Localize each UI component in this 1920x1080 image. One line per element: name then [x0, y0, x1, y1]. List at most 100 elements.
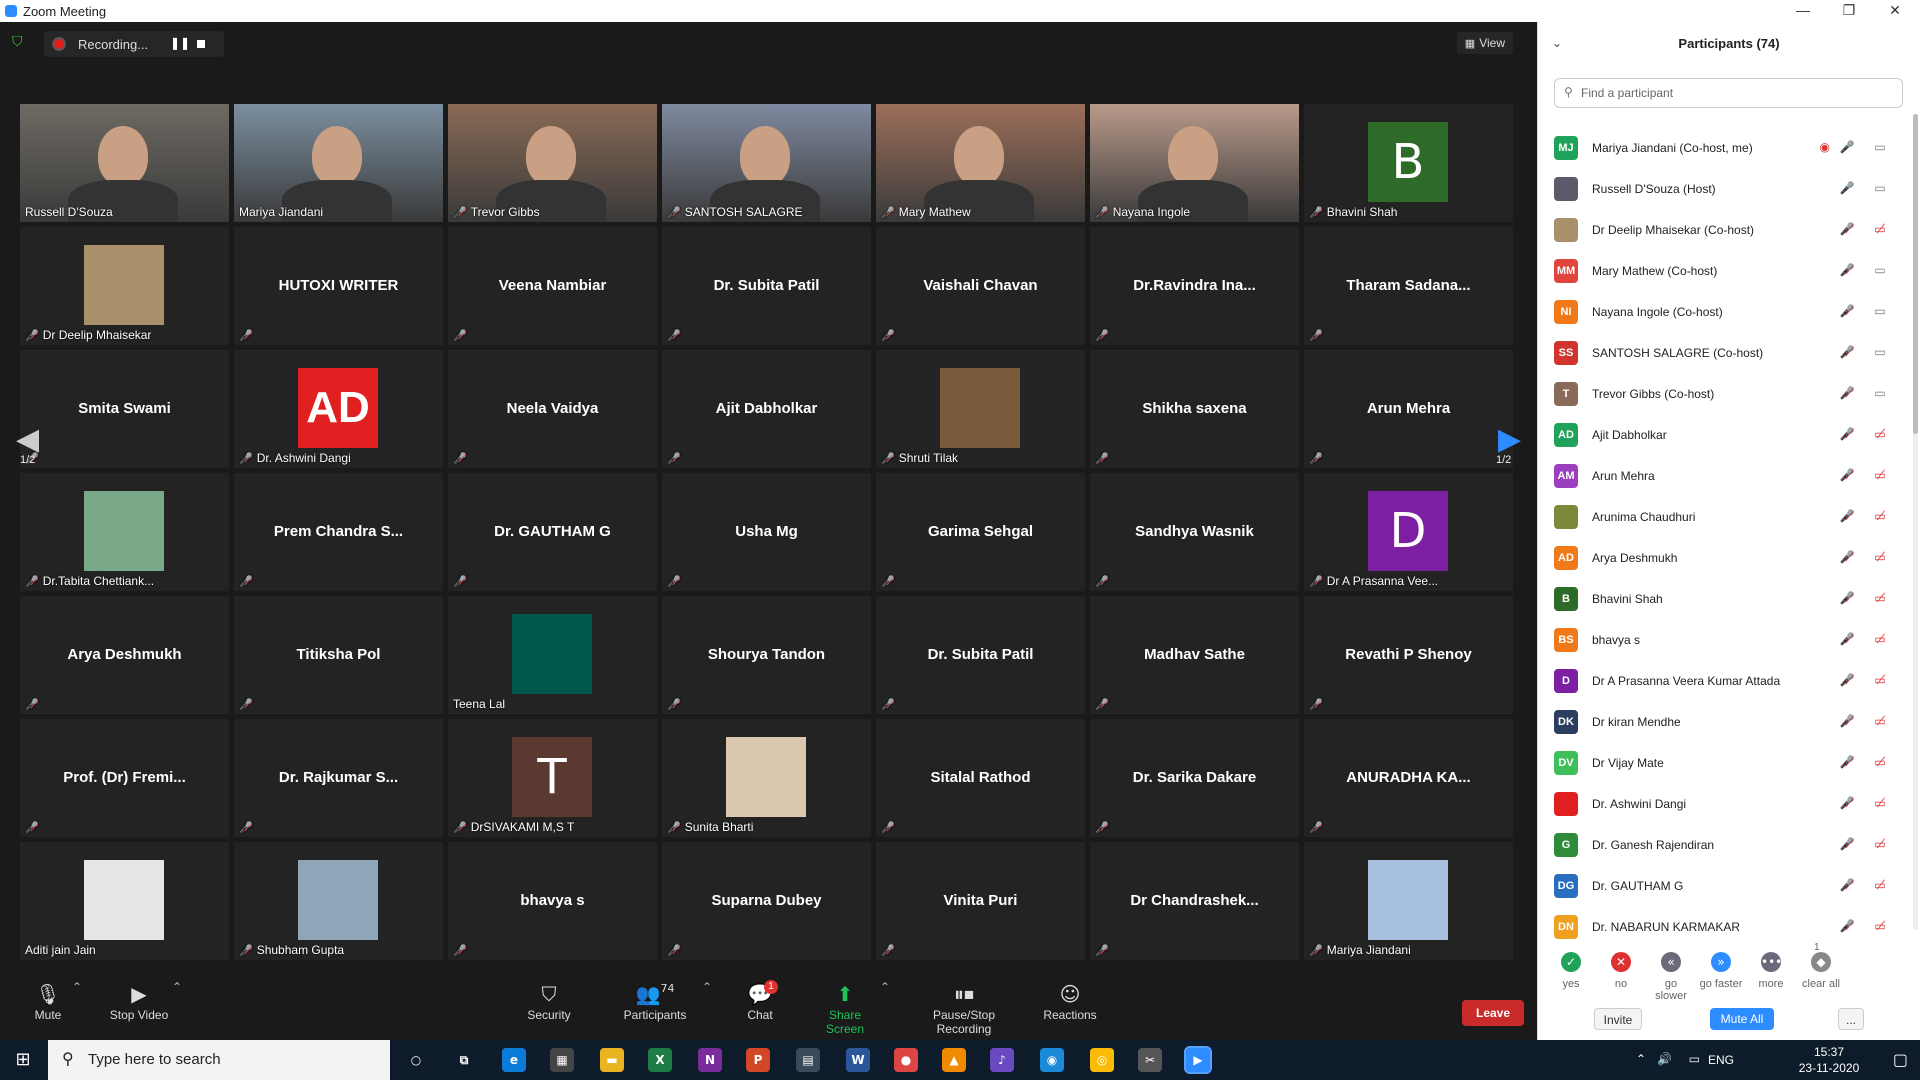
video-tile[interactable]: Russell D'Souza [20, 104, 229, 222]
participant-row[interactable]: Russell D'Souza (Host) 🎤 ▭ [1554, 169, 1914, 210]
camera-on-icon[interactable]: ▭ [1870, 345, 1890, 363]
camera-off-icon[interactable]: ▭̸ [1870, 591, 1890, 609]
mic-muted-icon[interactable]: 🎤̸ [1838, 222, 1856, 240]
camera-off-icon[interactable]: ▭̸ [1870, 509, 1890, 527]
camera-off-icon[interactable]: ▭̸ [1870, 468, 1890, 486]
camera-off-icon[interactable]: ▭̸ [1870, 755, 1890, 773]
vlc-icon[interactable]: ▲ [942, 1048, 966, 1072]
mic-muted-icon[interactable]: 🎤̸ [1838, 304, 1856, 322]
feedback-more[interactable]: ••• more [1748, 952, 1794, 990]
chrome-icon[interactable]: ◎ [1090, 1048, 1114, 1072]
video-tile[interactable]: Suparna Dubey 🎤̸ [662, 842, 871, 960]
video-tile[interactable]: Usha Mg 🎤̸ [662, 473, 871, 591]
video-tile[interactable]: Veena Nambiar 🎤̸ [448, 227, 657, 345]
mic-muted-icon[interactable]: 🎤̸ [1838, 755, 1856, 773]
video-tile[interactable]: Neela Vaidya 🎤̸ [448, 350, 657, 468]
video-tile[interactable]: 🎤̸ Trevor Gibbs [448, 104, 657, 222]
restore-button[interactable]: ❐ [1826, 0, 1872, 22]
camera-off-icon[interactable]: ▭̸ [1870, 673, 1890, 691]
feedback-yes[interactable]: ✓ yes [1548, 952, 1594, 990]
next-page-icon[interactable]: ▶ [1498, 422, 1521, 457]
mic-muted-icon[interactable]: 🎤̸ [1838, 796, 1856, 814]
mic-muted-icon[interactable]: 🎤̸ [1838, 550, 1856, 568]
mic-muted-icon[interactable]: 🎤̸ [1838, 386, 1856, 404]
camera-on-icon[interactable]: ▭ [1870, 263, 1890, 281]
chat-button[interactable]: 💬 Chat 1 [740, 980, 780, 1022]
mic-muted-icon[interactable]: 🎤̸ [1838, 591, 1856, 609]
video-tile[interactable]: Dr. Sarika Dakare 🎤̸ [1090, 719, 1299, 837]
mic-muted-icon[interactable]: 🎤̸ [1838, 345, 1856, 363]
camera-off-icon[interactable]: ▭̸ [1870, 550, 1890, 568]
participant-row[interactable]: D Dr A Prasanna Veera Kumar Attada 🎤̸ ▭̸ [1554, 661, 1914, 702]
participant-row[interactable]: AD Ajit Dabholkar 🎤̸ ▭̸ [1554, 415, 1914, 456]
video-tile[interactable]: HUTOXI WRITER 🎤̸ [234, 227, 443, 345]
video-tile[interactable]: Sandhya Wasnik 🎤̸ [1090, 473, 1299, 591]
taskbar-search-input[interactable]: ⚲ Type here to search [48, 1040, 390, 1080]
video-tile[interactable]: 🎤̸ Shubham Gupta [234, 842, 443, 960]
reactions-button[interactable]: ☺ Reactions [1040, 982, 1100, 1022]
video-tile[interactable]: 🎤̸ Mary Mathew [876, 104, 1085, 222]
mic-muted-icon[interactable]: 🎤̸ [1838, 263, 1856, 281]
scrollbar-thumb[interactable] [1913, 114, 1918, 434]
mic-muted-icon[interactable]: 🎤̸ [1838, 468, 1856, 486]
shield-icon[interactable]: ⛉ [12, 34, 26, 50]
mic-muted-icon[interactable]: 🎤̸ [1838, 714, 1856, 732]
task-view-icon[interactable]: ⧉ [452, 1048, 476, 1072]
mic-muted-icon[interactable]: 🎤̸ [1838, 632, 1856, 650]
stop-video-button[interactable]: ▶ Stop Video [104, 982, 174, 1022]
camera-off-icon[interactable]: ▭̸ [1870, 837, 1890, 855]
participant-search-input[interactable]: ⚲ Find a participant [1554, 78, 1903, 108]
video-tile[interactable]: Dr. GAUTHAM G 🎤̸ [448, 473, 657, 591]
participant-row[interactable]: Dr Deelip Mhaisekar (Co-host) 🎤̸ ▭̸ [1554, 210, 1914, 251]
video-tile[interactable]: Dr.Ravindra Ina... 🎤̸ [1090, 227, 1299, 345]
panel-more-button[interactable]: ... [1838, 1008, 1864, 1030]
camera-off-icon[interactable]: ▭̸ [1870, 796, 1890, 814]
participant-row[interactable]: Arunima Chaudhuri 🎤̸ ▭̸ [1554, 497, 1914, 538]
video-tile[interactable]: Teena Lal [448, 596, 657, 714]
video-tile[interactable]: ANURADHA KA... 🎤̸ [1304, 719, 1513, 837]
participant-row[interactable]: NI Nayana Ingole (Co-host) 🎤̸ ▭ [1554, 292, 1914, 333]
onenote-icon[interactable]: N [698, 1048, 722, 1072]
feedback-no[interactable]: ✕ no [1598, 952, 1644, 990]
participant-row[interactable]: DG Dr. GAUTHAM G 🎤̸ ▭̸ [1554, 866, 1914, 907]
mic-on-icon[interactable]: 🎤 [1838, 140, 1856, 158]
powerpoint-icon[interactable]: P [746, 1048, 770, 1072]
pause-stop-recording-button[interactable]: ⏸⏹ Pause/Stop Recording [904, 982, 1024, 1036]
share-options-caret-icon[interactable]: ⌃ [880, 980, 890, 994]
video-tile[interactable]: Garima Sehgal 🎤̸ [876, 473, 1085, 591]
feedback-go-faster[interactable]: » go faster [1698, 952, 1744, 990]
video-tile[interactable]: B 🎤̸ Bhavini Shah [1304, 104, 1513, 222]
view-button[interactable]: ▦ View [1456, 32, 1513, 54]
video-tile[interactable]: Revathi P Shenoy 🎤̸ [1304, 596, 1513, 714]
video-tile[interactable]: Smita Swami 🎤̸ [20, 350, 229, 468]
feedback-clear-all[interactable]: ◆ clear all [1798, 952, 1844, 990]
video-tile[interactable]: Dr Chandrashek... 🎤̸ [1090, 842, 1299, 960]
video-tile[interactable]: T 🎤̸ DrSIVAKAMI M,S T [448, 719, 657, 837]
calculator-icon[interactable]: ▤ [796, 1048, 820, 1072]
video-tile[interactable]: Arya Deshmukh 🎤̸ [20, 596, 229, 714]
video-tile[interactable]: Madhav Sathe 🎤̸ [1090, 596, 1299, 714]
camera-on-icon[interactable]: ▭ [1870, 386, 1890, 404]
photos-icon[interactable]: ◉ [1040, 1048, 1064, 1072]
participant-row[interactable]: BS bhavya s 🎤̸ ▭̸ [1554, 620, 1914, 661]
video-tile[interactable]: Titiksha Pol 🎤̸ [234, 596, 443, 714]
video-tile[interactable]: 🎤̸ Nayana Ingole [1090, 104, 1299, 222]
store-icon[interactable]: ▦ [550, 1048, 574, 1072]
video-tile[interactable]: D 🎤̸ Dr A Prasanna Vee... [1304, 473, 1513, 591]
camera-on-icon[interactable]: ▭ [1870, 140, 1890, 158]
video-tile[interactable]: 🎤̸ Shruti Tilak [876, 350, 1085, 468]
video-tile[interactable]: Mariya Jiandani [234, 104, 443, 222]
camera-off-icon[interactable]: ▭̸ [1870, 427, 1890, 445]
participant-row[interactable]: G Dr. Ganesh Rajendiran 🎤̸ ▭̸ [1554, 825, 1914, 866]
video-tile[interactable]: Tharam Sadana... 🎤̸ [1304, 227, 1513, 345]
video-tile[interactable]: Dr. Rajkumar S... 🎤̸ [234, 719, 443, 837]
video-tile[interactable]: Arun Mehra 🎤̸ [1304, 350, 1513, 468]
cortana-icon[interactable]: ○ [404, 1048, 428, 1072]
camera-on-icon[interactable]: ▭ [1870, 181, 1890, 199]
mic-on-icon[interactable]: 🎤 [1838, 181, 1856, 199]
taskbar-clock[interactable]: 15:37 23-11-2020 [1794, 1044, 1864, 1076]
network-icon[interactable]: ▭ [1689, 1052, 1700, 1066]
notification-icon[interactable]: ▢ [1893, 1050, 1908, 1069]
mute-button[interactable]: 🎙 Mute [28, 982, 68, 1022]
video-options-caret-icon[interactable]: ⌃ [172, 980, 182, 994]
